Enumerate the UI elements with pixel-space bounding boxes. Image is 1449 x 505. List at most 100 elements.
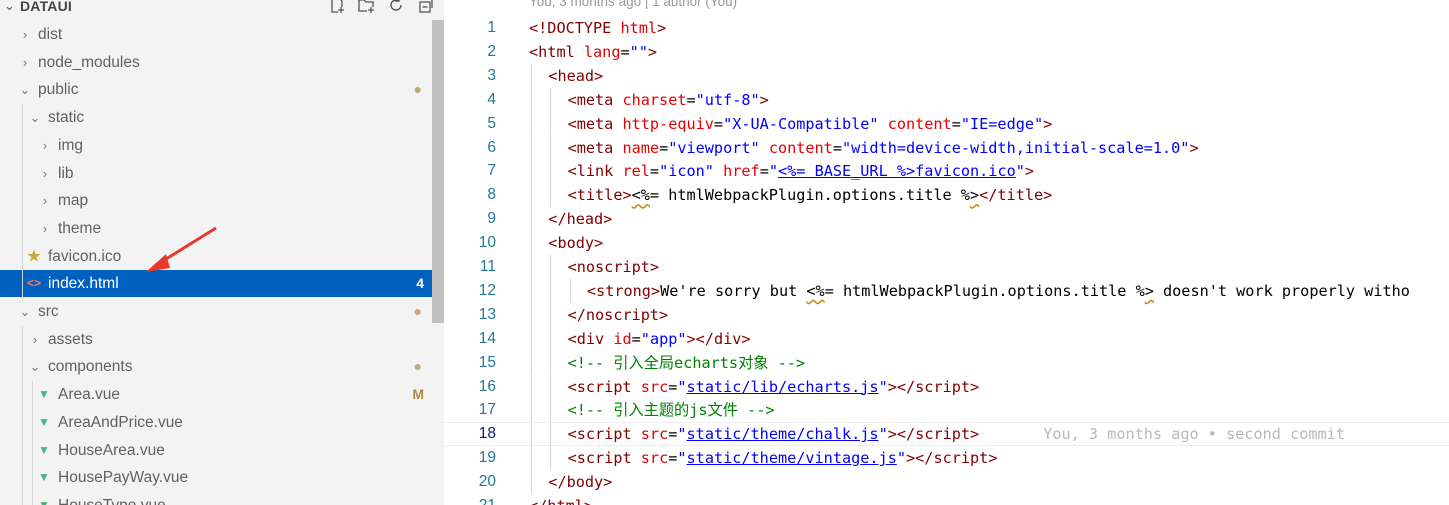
explorer-header[interactable]: ⌄ DATAUI [0, 0, 444, 18]
code-token: </ [548, 473, 567, 492]
code-text: <!DOCTYPE html> [529, 16, 666, 40]
code-token: < [567, 425, 577, 444]
code-token: rel [622, 162, 650, 181]
code-line[interactable]: 2 <html lang=""> [444, 40, 1449, 64]
code-line[interactable]: 7 <link rel="icon" href="<%= BASE_URL %>f… [444, 159, 1449, 184]
code-token: title [576, 186, 623, 205]
code-token: < [567, 138, 577, 157]
code-line[interactable]: 4 <meta charset="utf-8"> [444, 87, 1449, 112]
code-line[interactable]: 11 <noscript> [444, 255, 1449, 279]
tree-file-housepayway-vue[interactable]: ▼ HousePayWay.vue [0, 464, 432, 491]
new-folder-icon[interactable] [357, 0, 375, 14]
chevron-down-icon[interactable]: ⌄ [4, 0, 15, 14]
indent-guide [531, 302, 532, 327]
code-line[interactable]: 19 <script src="static/theme/vintage.js">… [444, 446, 1449, 471]
refresh-icon[interactable] [387, 0, 405, 14]
code-line[interactable]: 3 <head> [444, 63, 1449, 88]
code-token: "" [629, 42, 648, 61]
chevron-right-icon[interactable]: › [38, 187, 52, 214]
code-token: We're sorry but [660, 281, 807, 300]
code-token: > [594, 234, 604, 253]
code-line[interactable]: 8 <title><%= htmlWebpackPlugin.options.ti… [444, 183, 1449, 208]
tree-folder-map[interactable]: › map [0, 187, 432, 214]
code-token: " [768, 162, 778, 181]
code-token: ></ [906, 449, 934, 468]
code-text: <noscript> [568, 255, 659, 279]
line-number: 21 [444, 494, 496, 505]
chevron-down-icon[interactable]: ⌄ [28, 353, 42, 380]
chevron-down-icon[interactable]: ⌄ [28, 104, 42, 131]
code-token: "viewport" [668, 138, 760, 157]
code-token: = [649, 162, 660, 181]
inline-blame: You, 3 months ago • second commit [1043, 425, 1345, 444]
code-token: charset [622, 90, 687, 109]
tree-folder-node-modules[interactable]: › node_modules [0, 49, 432, 76]
code-token: < [567, 377, 577, 396]
code-line[interactable]: 1 <!DOCTYPE html> [444, 16, 1449, 40]
code-token: " [878, 425, 888, 444]
tree-folder-img[interactable]: › img [0, 132, 432, 159]
code-token: </ [979, 186, 998, 205]
code-token: <% [631, 186, 650, 205]
chevron-right-icon[interactable]: › [38, 160, 52, 187]
tree-file-areaandprice-vue[interactable]: ▼ AreaAndPrice.vue [0, 409, 432, 436]
indent-guide [550, 135, 552, 160]
code-line[interactable]: 10 <body> [444, 231, 1449, 255]
tree-item-label: public [38, 81, 79, 99]
tree-folder-static[interactable]: ⌄ static [0, 104, 432, 131]
code-editor[interactable]: You, 3 months ago | 1 author (You) 1 <!DO… [444, 0, 1449, 505]
tree-folder-src[interactable]: ⌄ src ● [0, 298, 432, 325]
code-line[interactable]: 17 <!-- 引入主题的js文件 --> [444, 398, 1449, 423]
chevron-right-icon[interactable]: › [38, 215, 52, 242]
code-line[interactable]: 5 <meta http-equiv="X-UA-Compatible" cont… [444, 111, 1449, 136]
tree-file-housearea-vue[interactable]: ▼ HouseArea.vue [0, 437, 432, 464]
code-text: <title><%= htmlWebpackPlugin.options.tit… [568, 183, 1053, 207]
code-token: meta [576, 114, 614, 133]
indent-guide [531, 398, 532, 423]
chevron-right-icon[interactable]: › [28, 326, 42, 353]
tree-file-area-vue[interactable]: ▼ Area.vue M [0, 381, 432, 408]
code-token: < [586, 281, 597, 300]
tree-item-label: assets [48, 330, 93, 348]
tree-folder-lib[interactable]: › lib [0, 160, 432, 187]
tree-file-housetype-vue[interactable]: ▼ HouseType.vue [0, 492, 432, 505]
code-token: lang [583, 42, 621, 61]
line-number: 8 [487, 186, 496, 204]
code-line[interactable]: 18 <script src="static/theme/chalk.js"></… [444, 422, 1449, 448]
tree-folder-dist[interactable]: › dist [0, 21, 432, 48]
code-line[interactable]: 14 <div id="app"></div> [444, 326, 1449, 351]
code-token: > [594, 66, 604, 85]
new-file-icon[interactable] [328, 0, 346, 14]
code-line[interactable]: 15 <!-- 引入全局echarts对象 --> [444, 350, 1449, 375]
code-line[interactable]: 21 </html> [444, 494, 1449, 505]
tree-folder-assets[interactable]: › assets [0, 326, 432, 353]
tree-item-label: HouseArea.vue [58, 441, 165, 459]
vue-file-icon: ▼ [38, 497, 50, 505]
chevron-right-icon[interactable]: › [18, 49, 32, 76]
code-token: noscript [585, 305, 660, 324]
codelens-blame[interactable]: You, 3 months ago | 1 author (You) [529, 0, 737, 9]
code-line[interactable]: 6 <meta name="viewport" content="width=de… [444, 135, 1449, 160]
sidebar-scrollbar[interactable] [432, 20, 444, 323]
code-token: <% [806, 281, 825, 300]
code-line[interactable]: 13 </noscript> [444, 302, 1449, 327]
chevron-down-icon[interactable]: ⌄ [18, 76, 32, 103]
code-token: > [1043, 186, 1053, 205]
chevron-right-icon[interactable]: › [18, 21, 32, 48]
tree-folder-public[interactable]: ⌄ public ● [0, 76, 432, 103]
tree-item-label: img [58, 136, 83, 154]
chevron-down-icon[interactable]: ⌄ [18, 298, 32, 325]
line-number: 10 [478, 234, 496, 252]
tree-folder-components[interactable]: ⌄ components ● [0, 353, 432, 380]
line-number: 14 [478, 329, 496, 347]
indent-guide [531, 255, 532, 279]
modified-dot-icon: ● [413, 358, 422, 375]
code-line[interactable]: 16 <script src="static/lib/echarts.js"></… [444, 374, 1449, 399]
collapse-all-icon[interactable] [417, 0, 435, 14]
code-text: <meta charset="utf-8"> [568, 88, 769, 112]
code-line[interactable]: 12 <strong>We're sorry but <%= htmlWebpac… [444, 278, 1449, 303]
code-line[interactable]: 20 </body> [444, 470, 1449, 494]
code-line[interactable]: 9 </head> [444, 207, 1449, 232]
chevron-right-icon[interactable]: › [38, 132, 52, 159]
